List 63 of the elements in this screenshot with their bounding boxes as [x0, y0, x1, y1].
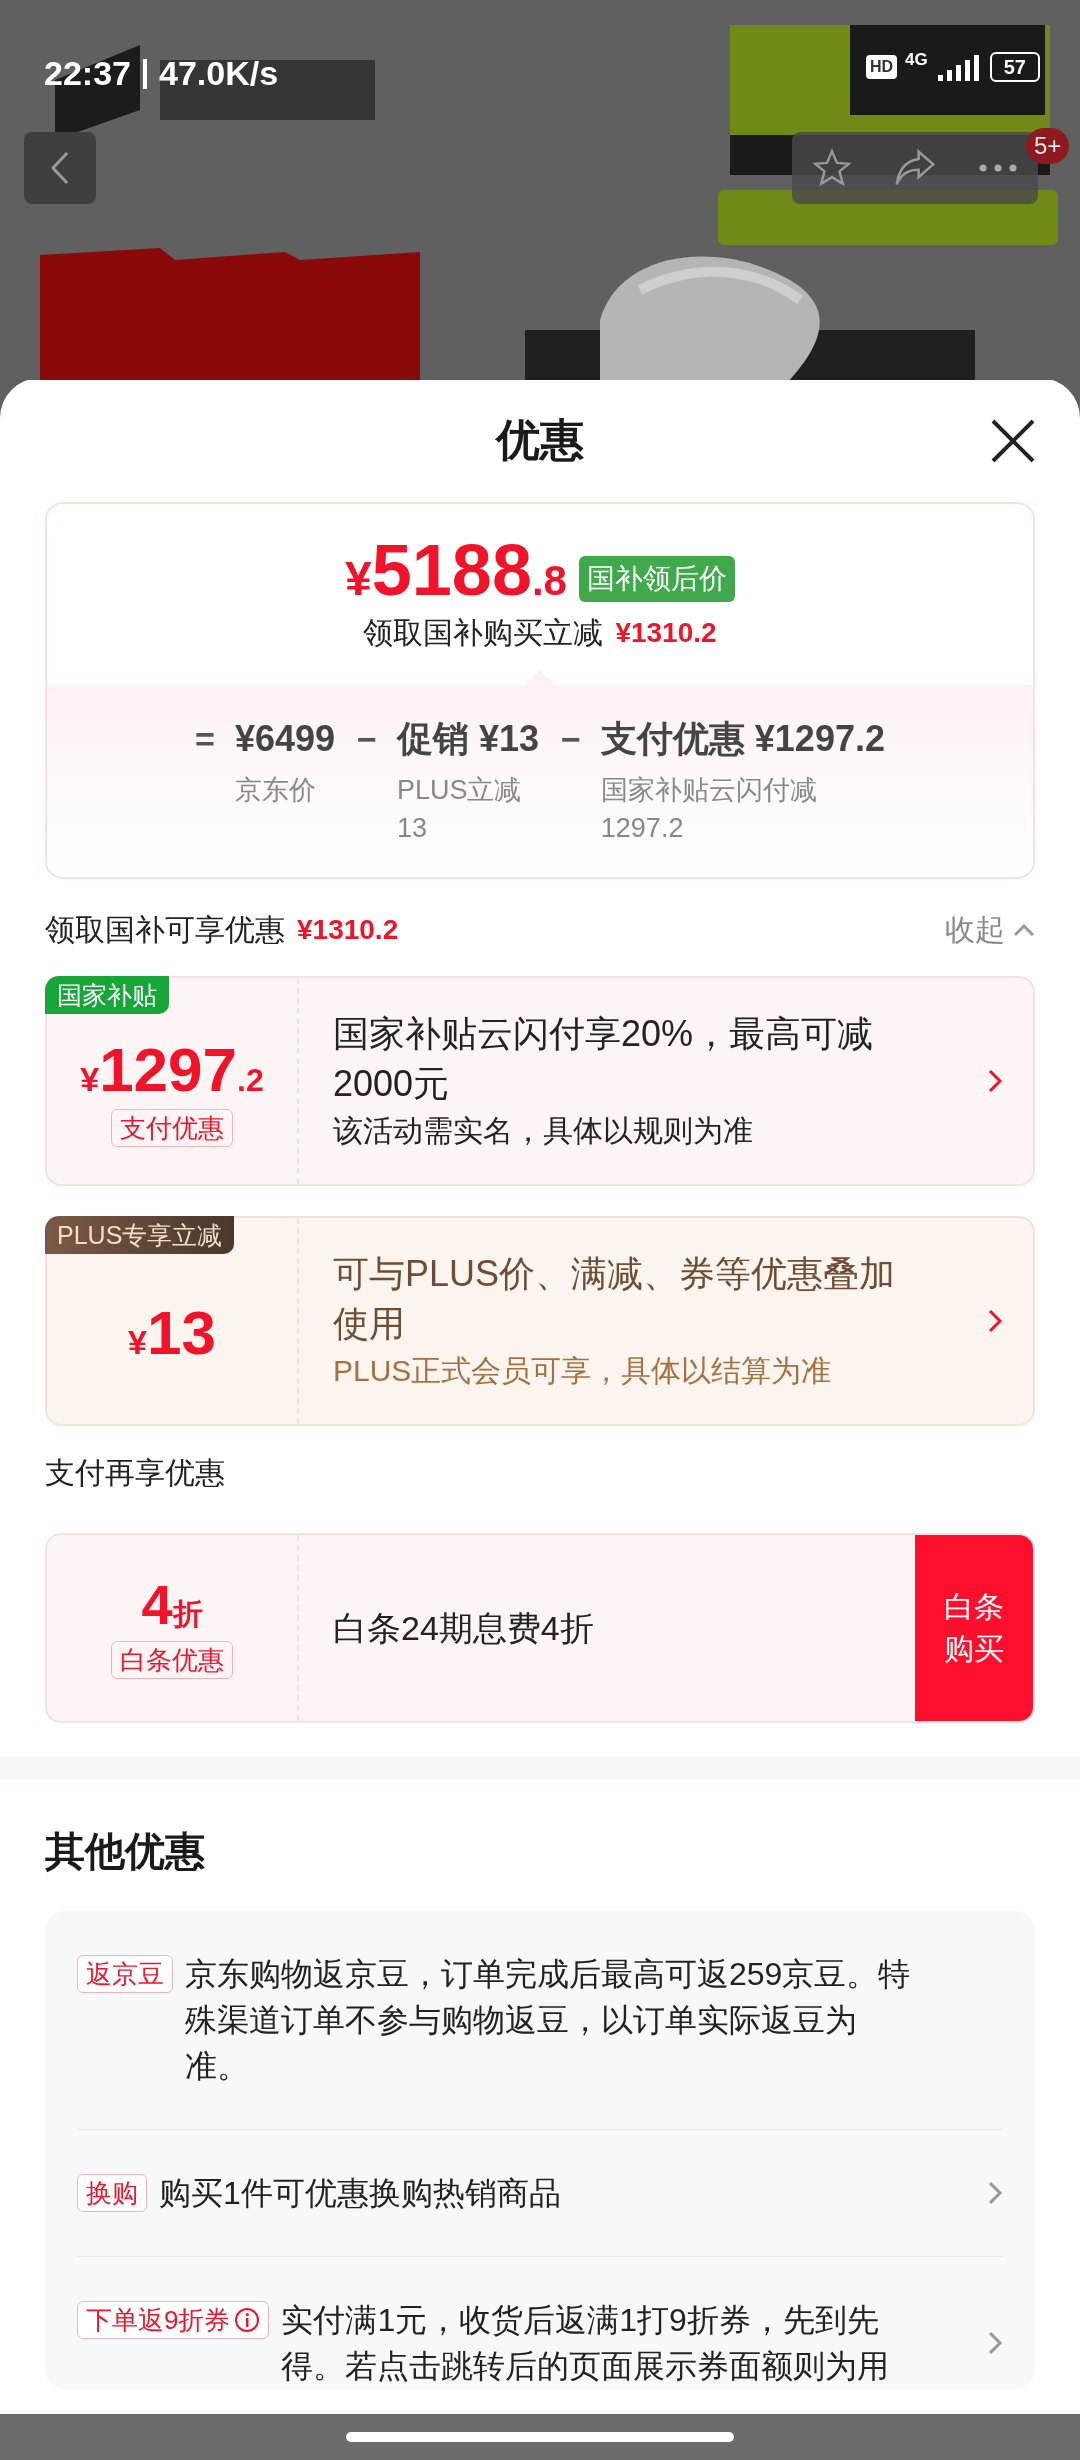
back-icon — [50, 150, 70, 186]
offer-tag: PLUS专享立减 — [45, 1216, 235, 1254]
breakdown-amount: ¥6499 — [234, 717, 335, 761]
saving-amount: ¥1310.2 — [615, 615, 717, 650]
info-icon[interactable] — [234, 2307, 261, 2333]
chevron-right-icon — [987, 2330, 1003, 2356]
breakdown-note: 京东价 — [234, 774, 317, 807]
operator-sign: = — [195, 719, 215, 760]
offer-text: 实付满1元，收货后返满1打9折券，先到先得。若点击跳转后的页面展示券面额则为用 — [281, 2301, 891, 2386]
offer-tag: 国家补贴 — [45, 976, 169, 1014]
section-title: 领取国补可享优惠 — [45, 912, 285, 948]
battery-indicator: 57 — [989, 52, 1040, 82]
offer-description: 该活动需实名，具体以规则为准 — [333, 1113, 754, 1149]
offer-title: 国家补贴云闪付享20%，最高可减2000元 — [333, 1012, 875, 1106]
network-speed: 47.0K/s — [158, 53, 279, 94]
chevron-right-icon — [987, 2180, 1003, 2206]
offer-tag: 下单返9折券 — [77, 2301, 270, 2339]
chevron-right-icon — [987, 1068, 1003, 1094]
sheet-title: 优惠 — [496, 414, 584, 466]
chevron-up-icon — [1013, 922, 1035, 937]
price-tag: 国补领后价 — [578, 556, 735, 602]
offer-row[interactable]: 返京豆 京东购物返京豆，订单完成后最高可返259京豆。特殊渠道订单不参与购物返豆，以订单实际返豆为准。 — [77, 1911, 1003, 2129]
breakdown-note: PLUS立减 13 — [396, 774, 523, 845]
network-type: 4G — [905, 50, 928, 68]
offer-amount: ¥1297.2 — [80, 1039, 264, 1101]
breakdown-amount: 支付优惠 ¥1297.2 — [600, 717, 885, 761]
offer-row[interactable]: 下单返9折券 实付满1元，收货后返满1打9折券，先到先得。若点击跳转后的页面展示券面额则为用 — [77, 2256, 1003, 2389]
offer-card[interactable]: 4折 白条优惠 白条24期息费4折 白条购买 — [45, 1533, 1035, 1723]
breakdown-note: 国家补贴云闪付减 1297.2 — [600, 774, 818, 845]
section-heading: 其他优惠 — [45, 1828, 206, 1875]
share-icon[interactable] — [893, 148, 937, 188]
offer-text: 购买1件可优惠换购热销商品 — [159, 2174, 562, 2213]
section-title: 支付再享优惠 — [45, 1455, 226, 1491]
offer-amount: ¥13 — [128, 1302, 216, 1364]
star-icon[interactable] — [812, 148, 853, 188]
back-button[interactable] — [24, 132, 96, 204]
discount-value: 4折 — [141, 1577, 203, 1633]
breakdown-amount: 促销 ¥13 — [396, 717, 539, 761]
saving-label: 领取国补购买立减 — [363, 615, 604, 651]
offer-tag: 换购 — [77, 2174, 147, 2212]
offer-card[interactable]: 国家补贴 ¥1297.2 支付优惠 国家补贴云闪付享20%，最高可减2000元 该活动需实名，具体以规则为准 — [45, 976, 1035, 1186]
operator-sign: − — [357, 719, 377, 760]
final-price: ¥5188.8 — [345, 534, 567, 606]
more-icon[interactable] — [977, 163, 1018, 173]
close-icon — [990, 418, 1036, 464]
offer-tag: 返京豆 — [77, 1955, 173, 1993]
offer-row[interactable]: 换购 购买1件可优惠换购热销商品 — [77, 2129, 1003, 2256]
offer-text: 京东购物返京豆，订单完成后最高可返259京豆。特殊渠道订单不参与购物返豆，以订单实际返豆为准。 — [185, 1955, 912, 2086]
hd-indicator: HD — [865, 55, 898, 79]
offer-card[interactable]: PLUS专享立减 ¥13 可与PLUS价、满减、券等优惠叠加使用 PLUS正式会员可享，具体以结算为准 — [45, 1216, 1035, 1426]
offer-label: 白条优惠 — [111, 1641, 233, 1679]
status-time: 22:37 — [44, 53, 131, 94]
close-button[interactable] — [990, 418, 1036, 464]
chevron-right-icon — [987, 1308, 1003, 1334]
signal-icon — [935, 53, 982, 81]
section-amount: ¥1310.2 — [297, 912, 399, 947]
operator-sign: − — [560, 719, 581, 760]
offer-title: 可与PLUS价、满减、券等优惠叠加使用 — [333, 1252, 897, 1346]
offer-label: 支付优惠 — [111, 1109, 233, 1147]
buy-button[interactable]: 白条购买 — [915, 1535, 1033, 1721]
offer-title: 白条24期息费4折 — [333, 1607, 594, 1649]
collapse-toggle[interactable]: 收起 — [945, 907, 1035, 952]
offer-description: PLUS正式会员可享，具体以结算为准 — [333, 1353, 833, 1389]
